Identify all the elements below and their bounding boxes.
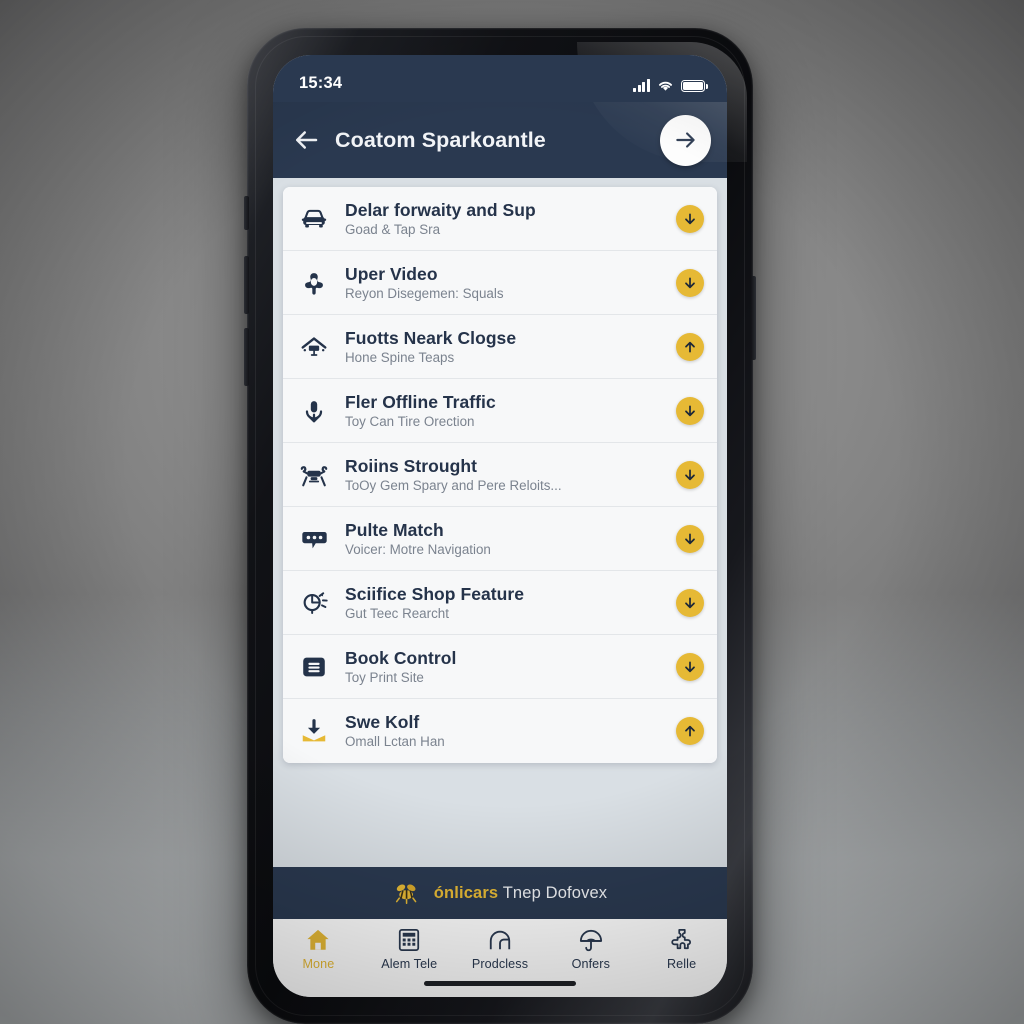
list-item[interactable]: Uper Video Reyon Disegemen: Squals [283, 251, 717, 315]
list-item-title: Sciifice Shop Feature [345, 583, 525, 604]
list-item-title: Uper Video [345, 263, 438, 284]
tab-alem-tele[interactable]: Alem Tele [364, 928, 455, 971]
down-arrow-icon[interactable] [676, 204, 704, 233]
list-item[interactable]: Delar forwaity and Sup Goad & Tap Sra [283, 187, 717, 251]
down-arrow-icon[interactable] [676, 460, 704, 489]
list-item-text: Uper Video Reyon Disegemen: Squals [345, 264, 662, 302]
list-item-text: Sciifice Shop Feature Gut Teec Rearcht [345, 584, 662, 622]
umbrella-icon [579, 929, 602, 952]
list-item-text: Roiins Strought ToOy Gem Spary and Pere … [345, 456, 662, 494]
forward-arrow-icon [675, 132, 695, 148]
promo-banner-text: ónlicars Tnep Dofovex [434, 884, 607, 903]
list-item-text: Pulte Match Voicer: Motre Navigation [345, 520, 662, 558]
tab-label: Prodcless [471, 957, 529, 971]
page-title: Coatom Sparkoantle [335, 127, 546, 152]
list-item[interactable]: Pulte Match Voicer: Motre Navigation [283, 507, 717, 571]
up-arrow-icon[interactable] [676, 332, 704, 361]
list-item-title: Roiins Strought [345, 455, 477, 476]
promo-tagline: Tnep Dofovex [502, 883, 608, 902]
list-item-title: Fuotts Neark Clogse [345, 327, 517, 348]
tab-label: Relle [666, 957, 697, 971]
volume-down-button[interactable] [244, 328, 249, 386]
status-bar: 15:34 [273, 55, 727, 102]
list-item-subtitle: Toy Print Site [345, 669, 424, 685]
list-item-title: Book Control [345, 647, 457, 668]
promo-banner[interactable]: ónlicars Tnep Dofovex [273, 867, 727, 919]
mute-switch[interactable] [244, 196, 249, 230]
forward-button[interactable] [660, 114, 711, 166]
list-item-text: Delar forwaity and Sup Goad & Tap Sra [345, 200, 662, 238]
down-arrow-icon[interactable] [676, 396, 704, 425]
app-bar: Coatom Sparkoantle [273, 102, 727, 178]
phone-device: 15:34 Coatom Sparkoantle Delar forwaity … [244, 28, 756, 1024]
list-item-subtitle: ToOy Gem Spary and Pere Reloits... [345, 477, 562, 493]
scene-backdrop: 15:34 Coatom Sparkoantle Delar forwaity … [0, 0, 1024, 1024]
bee-icon [395, 884, 417, 905]
tab-relle[interactable]: Relle [636, 928, 727, 971]
list-item-title: Swe Kolf [345, 712, 420, 733]
down-arrow-icon[interactable] [676, 588, 704, 617]
list-item-subtitle: Hone Spine Teaps [345, 349, 455, 365]
arch-icon [489, 930, 511, 950]
down-arrow-icon[interactable] [676, 652, 704, 681]
grid-icon [399, 928, 420, 952]
list-item-title: Pulte Match [345, 519, 444, 540]
home-icon [307, 929, 330, 950]
list-item[interactable]: Fuotts Neark Clogse Hone Spine Teaps [283, 315, 717, 379]
tab-label: Mone [302, 957, 335, 971]
list-item-text: Book Control Toy Print Site [345, 648, 662, 686]
chat-bubble-icon [297, 522, 331, 556]
list-item-subtitle: Goad & Tap Sra [345, 221, 441, 237]
list-item[interactable]: Sciifice Shop Feature Gut Teec Rearcht [283, 571, 717, 635]
page-content: Delar forwaity and Sup Goad & Tap Sra Up… [273, 178, 727, 867]
list-item-subtitle: Omall Lctan Han [345, 734, 445, 750]
list-item-subtitle: Gut Teec Rearcht [345, 605, 449, 621]
promo-brand: ónlicars [433, 883, 499, 902]
list-item[interactable]: Roiins Strought ToOy Gem Spary and Pere … [283, 443, 717, 507]
back-arrow-icon[interactable] [291, 125, 321, 155]
list-item[interactable]: Fler Offline Traffic Toy Can Tire Orecti… [283, 379, 717, 443]
status-icon-group [633, 79, 708, 102]
bell-shape-icon [297, 266, 331, 300]
list-item-text: Fler Offline Traffic Toy Can Tire Orecti… [345, 392, 662, 430]
list-item-title: Delar forwaity and Sup [345, 199, 536, 220]
list-item-subtitle: Voicer: Motre Navigation [345, 541, 491, 557]
drone-icon [297, 458, 331, 492]
inbox-download-icon [297, 714, 331, 748]
volume-up-button[interactable] [244, 256, 249, 314]
up-arrow-icon[interactable] [676, 717, 704, 745]
clock-timer-icon [297, 586, 331, 620]
tab-prodcless[interactable]: Prodcless [455, 928, 546, 971]
cellular-signal-icon [633, 79, 650, 92]
status-clock: 15:34 [299, 74, 343, 92]
list-item-title: Fler Offline Traffic [345, 391, 496, 412]
power-button[interactable] [751, 276, 756, 360]
tab-label: Onfers [571, 957, 610, 971]
microphone-download-icon [297, 394, 331, 428]
tab-mone[interactable]: Mone [273, 928, 364, 971]
list-item-text: Fuotts Neark Clogse Hone Spine Teaps [345, 328, 662, 366]
list-item[interactable]: Swe Kolf Omall Lctan Han [283, 699, 717, 763]
house-sign-icon [297, 330, 331, 364]
down-arrow-icon[interactable] [676, 524, 704, 553]
puzzle-icon [670, 928, 691, 950]
list-item-subtitle: Reyon Disegemen: Squals [345, 285, 504, 301]
list-item-text: Swe Kolf Omall Lctan Han [345, 712, 662, 750]
home-indicator[interactable] [424, 980, 576, 986]
wifi-icon [658, 81, 673, 91]
list-item-subtitle: Toy Can Tire Orection [345, 413, 475, 429]
battery-full-icon [681, 80, 708, 92]
phone-screen: 15:34 Coatom Sparkoantle Delar forwaity … [273, 55, 727, 997]
list-item[interactable]: Book Control Toy Print Site [283, 635, 717, 699]
car-icon [297, 202, 331, 236]
tab-label: Alem Tele [381, 957, 438, 971]
down-arrow-icon[interactable] [676, 268, 704, 297]
list-menu-icon [297, 650, 331, 684]
settings-list-card: Delar forwaity and Sup Goad & Tap Sra Up… [283, 187, 717, 763]
tab-onfers[interactable]: Onfers [545, 928, 636, 971]
